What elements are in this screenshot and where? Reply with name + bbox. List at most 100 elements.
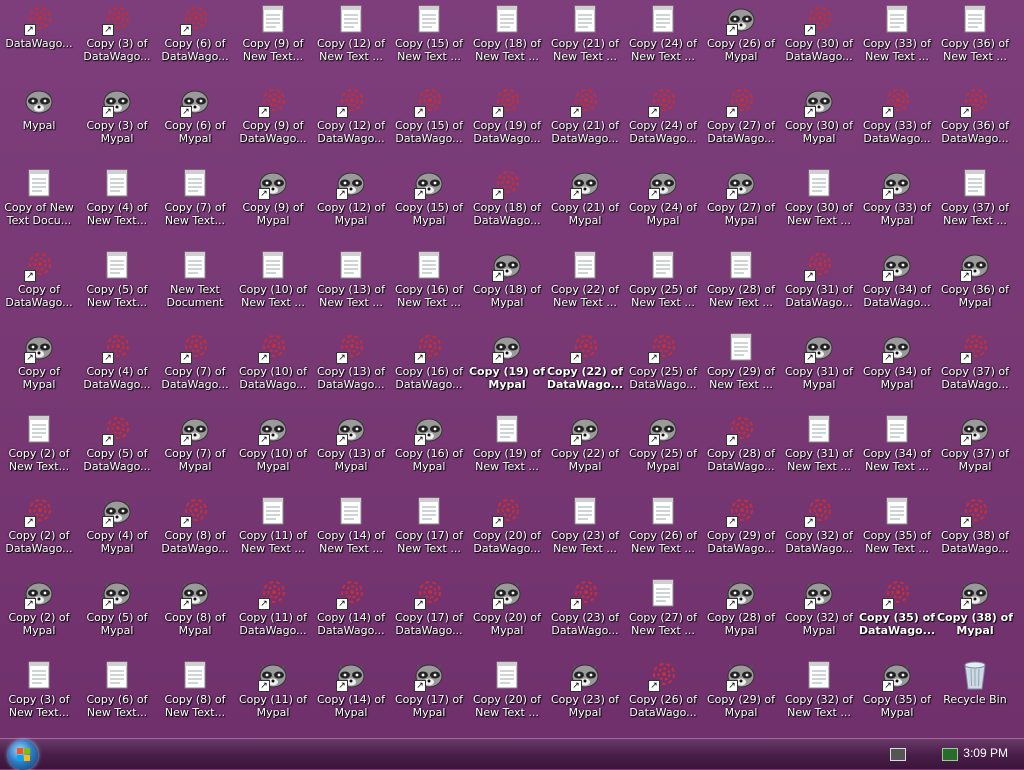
- desktop-icon-text-document[interactable]: Copy (18) of New Text ...: [468, 0, 546, 82]
- desktop-icon-mypal[interactable]: ↗ Copy (37) of Mypal: [936, 410, 1014, 492]
- desktop-icon-datawagon[interactable]: ↗ Copy (13) of DataWago...: [312, 328, 390, 410]
- desktop-icon-datawagon[interactable]: ↗ Copy (37) of DataWago...: [936, 328, 1014, 410]
- desktop-icon-datawagon[interactable]: ↗ Copy (25) of DataWago...: [624, 328, 702, 410]
- desktop-icon-text-document[interactable]: Copy (25) of New Text ...: [624, 246, 702, 328]
- desktop-icon-datawagon[interactable]: ↗ Copy (28) of DataWago...: [702, 410, 780, 492]
- desktop-icon-mypal[interactable]: ↗ Copy (25) of Mypal: [624, 410, 702, 492]
- desktop-icon-text-document[interactable]: Copy (36) of New Text ...: [936, 0, 1014, 82]
- desktop-icon-datawagon[interactable]: ↗ Copy (32) of DataWago...: [780, 492, 858, 574]
- desktop-icon-mypal[interactable]: ↗ Copy (19) of Mypal: [468, 328, 546, 410]
- desktop-icon-text-document[interactable]: Copy (20) of New Text ...: [468, 656, 546, 738]
- desktop-icon-mypal[interactable]: ↗ Copy (36) of Mypal: [936, 246, 1014, 328]
- desktop-icon-mypal[interactable]: ↗ Copy (21) of Mypal: [546, 164, 624, 246]
- desktop-icon-mypal[interactable]: ↗ Copy (23) of Mypal: [546, 656, 624, 738]
- desktop-icon-datawagon[interactable]: ↗ Copy (27) of DataWago...: [702, 82, 780, 164]
- desktop-icon-text-document[interactable]: Copy (34) of New Text ...: [858, 410, 936, 492]
- desktop-icon-text-document[interactable]: Copy of New Text Docu...: [0, 164, 78, 246]
- desktop-icon-datawagon[interactable]: ↗ Copy (6) of DataWago...: [156, 0, 234, 82]
- desktop-icon-text-document[interactable]: Copy (37) of New Text ...: [936, 164, 1014, 246]
- desktop-icon-mypal[interactable]: ↗ Copy (6) of Mypal: [156, 82, 234, 164]
- desktop-icon-mypal[interactable]: ↗ Copy (34) of DataWago...: [858, 246, 936, 328]
- desktop-icon-datawagon[interactable]: ↗ DataWago...: [0, 0, 78, 82]
- desktop-icon-mypal[interactable]: Mypal: [0, 82, 78, 164]
- desktop-icon-text-document[interactable]: Copy (8) of New Text...: [156, 656, 234, 738]
- desktop-icon-datawagon[interactable]: ↗ Copy (3) of DataWago...: [78, 0, 156, 82]
- desktop-icon-text-document[interactable]: Copy (22) of New Text ...: [546, 246, 624, 328]
- desktop-icon-mypal[interactable]: ↗ Copy (27) of Mypal: [702, 164, 780, 246]
- desktop-icon-datawagon[interactable]: ↗ Copy (15) of DataWago...: [390, 82, 468, 164]
- desktop-icon-mypal[interactable]: ↗ Copy (33) of Mypal: [858, 164, 936, 246]
- desktop-icon-datawagon[interactable]: ↗ Copy (7) of DataWago...: [156, 328, 234, 410]
- desktop-icon-datawagon[interactable]: ↗ Copy (38) of DataWago...: [936, 492, 1014, 574]
- desktop-icon-datawagon[interactable]: ↗ Copy (10) of DataWago...: [234, 328, 312, 410]
- desktop-icon-datawagon[interactable]: ↗ Copy (8) of DataWago...: [156, 492, 234, 574]
- clock[interactable]: 3:09 PM: [963, 746, 1008, 760]
- network-icon[interactable]: [942, 748, 958, 761]
- desktop-icon-text-document[interactable]: Copy (4) of New Text...: [78, 164, 156, 246]
- desktop-icon-text-document[interactable]: Copy (26) of New Text ...: [624, 492, 702, 574]
- desktop-icon-text-document[interactable]: Copy (16) of New Text ...: [390, 246, 468, 328]
- desktop-icon-datawagon[interactable]: ↗ Copy (30) of DataWago...: [780, 0, 858, 82]
- desktop-icon-text-document[interactable]: Copy (35) of New Text ...: [858, 492, 936, 574]
- desktop-icon-mypal[interactable]: ↗ Copy (3) of Mypal: [78, 82, 156, 164]
- desktop-icon-datawagon[interactable]: ↗ Copy (31) of DataWago...: [780, 246, 858, 328]
- desktop-icon-recycle-bin[interactable]: Recycle Bin: [936, 656, 1014, 738]
- desktop-icon-datawagon[interactable]: ↗ Copy of DataWago...: [0, 246, 78, 328]
- desktop-icon-mypal[interactable]: ↗ Copy (17) of Mypal: [390, 656, 468, 738]
- desktop-icon-datawagon[interactable]: ↗ Copy (20) of DataWago...: [468, 492, 546, 574]
- desktop-icon-mypal[interactable]: ↗ Copy (38) of Mypal: [936, 574, 1014, 656]
- desktop-icon-mypal[interactable]: ↗ Copy (29) of Mypal: [702, 656, 780, 738]
- desktop-icon-text-document[interactable]: New Text Document: [156, 246, 234, 328]
- desktop-icon-text-document[interactable]: Copy (24) of New Text ...: [624, 0, 702, 82]
- desktop-icon-text-document[interactable]: Copy (29) of New Text ...: [702, 328, 780, 410]
- desktop-icon-mypal[interactable]: ↗ Copy (26) of Mypal: [702, 0, 780, 82]
- desktop-icon-text-document[interactable]: Copy (19) of New Text ...: [468, 410, 546, 492]
- desktop-icon-datawagon[interactable]: ↗ Copy (29) of DataWago...: [702, 492, 780, 574]
- desktop-icon-datawagon[interactable]: ↗ Copy (12) of DataWago...: [312, 82, 390, 164]
- desktop-icon-datawagon[interactable]: ↗ Copy (9) of DataWago...: [234, 82, 312, 164]
- desktop-icon-text-document[interactable]: Copy (17) of New Text ...: [390, 492, 468, 574]
- desktop-icon-datawagon[interactable]: ↗ Copy (14) of DataWago...: [312, 574, 390, 656]
- desktop-icon-text-document[interactable]: Copy (6) of New Text...: [78, 656, 156, 738]
- desktop-icon-mypal[interactable]: ↗ Copy (34) of Mypal: [858, 328, 936, 410]
- desktop-icon-text-document[interactable]: Copy (9) of New Text...: [234, 0, 312, 82]
- desktop-icon-datawagon[interactable]: ↗ Copy (36) of DataWago...: [936, 82, 1014, 164]
- desktop-icon-mypal[interactable]: ↗ Copy (22) of Mypal: [546, 410, 624, 492]
- start-button[interactable]: [8, 740, 38, 770]
- desktop-icon-mypal[interactable]: ↗ Copy (18) of Mypal: [468, 246, 546, 328]
- desktop-icon-text-document[interactable]: Copy (2) of New Text...: [0, 410, 78, 492]
- desktop-icon-text-document[interactable]: Copy (5) of New Text...: [78, 246, 156, 328]
- desktop-icon-text-document[interactable]: Copy (33) of New Text ...: [858, 0, 936, 82]
- desktop-icon-mypal[interactable]: ↗ Copy (32) of Mypal: [780, 574, 858, 656]
- desktop-icon-datawagon[interactable]: ↗ Copy (21) of DataWago...: [546, 82, 624, 164]
- desktop-icon-datawagon[interactable]: ↗ Copy (18) of DataWago...: [468, 164, 546, 246]
- desktop-icon-datawagon[interactable]: ↗ Copy (19) of DataWago...: [468, 82, 546, 164]
- desktop-icon-mypal[interactable]: ↗ Copy (8) of Mypal: [156, 574, 234, 656]
- desktop-icon-text-document[interactable]: Copy (7) of New Text...: [156, 164, 234, 246]
- desktop-icon-text-document[interactable]: Copy (32) of New Text ...: [780, 656, 858, 738]
- desktop-icon-mypal[interactable]: ↗ Copy (12) of Mypal: [312, 164, 390, 246]
- desktop-icon-text-document[interactable]: Copy (10) of New Text ...: [234, 246, 312, 328]
- desktop-icon-text-document[interactable]: Copy (14) of New Text ...: [312, 492, 390, 574]
- desktop-icon-mypal[interactable]: ↗ Copy (14) of Mypal: [312, 656, 390, 738]
- desktop-icon-datawagon[interactable]: ↗ Copy (23) of DataWago...: [546, 574, 624, 656]
- desktop-icon-mypal[interactable]: ↗ Copy (13) of Mypal: [312, 410, 390, 492]
- desktop-icon-text-document[interactable]: Copy (3) of New Text...: [0, 656, 78, 738]
- desktop-icon-mypal[interactable]: ↗ Copy (5) of Mypal: [78, 574, 156, 656]
- desktop-icon-text-document[interactable]: Copy (30) of New Text ...: [780, 164, 858, 246]
- desktop-icon-text-document[interactable]: Copy (11) of New Text ...: [234, 492, 312, 574]
- desktop-icon-text-document[interactable]: Copy (13) of New Text ...: [312, 246, 390, 328]
- desktop-icon-mypal[interactable]: ↗ Copy (7) of Mypal: [156, 410, 234, 492]
- desktop-icon-datawagon[interactable]: ↗ Copy (35) of DataWago...: [858, 574, 936, 656]
- desktop-icon-mypal[interactable]: ↗ Copy (10) of Mypal: [234, 410, 312, 492]
- desktop-icon-mypal[interactable]: ↗ Copy (2) of Mypal: [0, 574, 78, 656]
- desktop-icon-mypal[interactable]: ↗ Copy (30) of Mypal: [780, 82, 858, 164]
- desktop-icon-mypal[interactable]: ↗ Copy (16) of Mypal: [390, 410, 468, 492]
- desktop-icon-mypal[interactable]: ↗ Copy (4) of Mypal: [78, 492, 156, 574]
- desktop-icon-datawagon[interactable]: ↗ Copy (33) of DataWago...: [858, 82, 936, 164]
- desktop-icon-mypal[interactable]: ↗ Copy (11) of Mypal: [234, 656, 312, 738]
- desktop-icon-text-document[interactable]: Copy (28) of New Text ...: [702, 246, 780, 328]
- desktop-icon-datawagon[interactable]: ↗ Copy (2) of DataWago...: [0, 492, 78, 574]
- desktop-icon-mypal[interactable]: ↗ Copy (24) of Mypal: [624, 164, 702, 246]
- desktop-icon-mypal[interactable]: ↗ Copy (15) of Mypal: [390, 164, 468, 246]
